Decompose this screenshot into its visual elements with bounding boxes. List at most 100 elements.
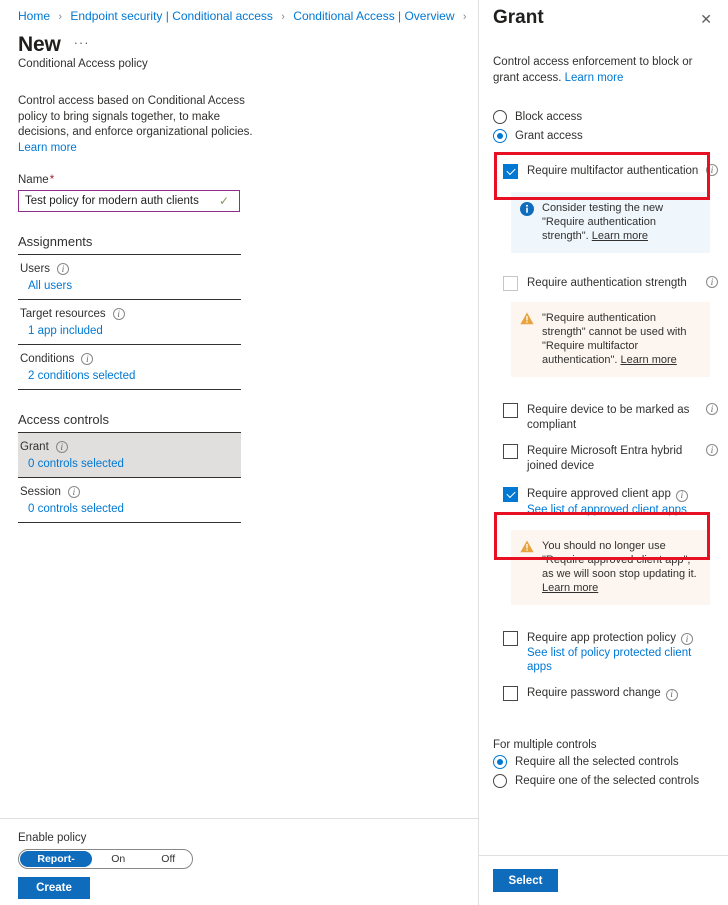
breadcrumb: Home › Endpoint security | Conditional a… (0, 0, 478, 25)
warning-approved-app-learn-more-link[interactable]: Learn more (542, 582, 598, 594)
control-option-require-compliant-device[interactable]: Require device to be marked as compliant… (479, 402, 728, 432)
info-icon[interactable]: i (112, 308, 125, 320)
grant-blade-scroll-area: Grant ✕ Control access enforcement to bl… (479, 0, 728, 855)
access-mode-option-grant-access[interactable]: Grant access (479, 129, 728, 143)
info-icon[interactable]: i (67, 486, 80, 498)
control-option-require-password-change-body: Require password change i (527, 685, 718, 701)
control-option-require-auth-strength-label: Require authentication strength (527, 277, 687, 289)
control-option-require-compliant-device-label: Require device to be marked as compliant (527, 404, 690, 431)
multiple-controls-option-require-one[interactable]: Require one of the selected controls (479, 774, 728, 788)
assignment-row-conditions-title: Conditions i (18, 353, 241, 365)
grant-blade-description: Control access enforcement to block or g… (479, 31, 728, 86)
checkbox-unchecked-icon[interactable] (503, 403, 518, 418)
access-control-row-grant[interactable]: Grant i 0 controls selected (18, 433, 241, 478)
section-heading-assignments: Assignments (18, 234, 241, 255)
checkbox-unchecked-icon[interactable] (503, 276, 518, 291)
name-input-wrapper[interactable]: ✓ (18, 190, 240, 212)
info-icon[interactable]: i (706, 276, 718, 288)
access-control-session-value[interactable]: 0 controls selected (18, 503, 241, 515)
warning-icon (520, 540, 534, 556)
access-control-session-label: Session (20, 486, 61, 498)
name-field-label: Name* (0, 156, 478, 186)
access-control-row-session[interactable]: Session i 0 controls selected (18, 478, 241, 523)
enable-policy-option-off[interactable]: Off (144, 851, 192, 867)
approved-client-apps-link[interactable]: See list of approved client apps (527, 503, 718, 517)
grant-blade-header: Grant ✕ (479, 0, 728, 31)
close-icon[interactable]: ✕ (698, 7, 714, 31)
policy-description-learn-more-link[interactable]: Learn more (18, 142, 77, 154)
assignment-row-target-resources[interactable]: Target resources i 1 app included (18, 300, 241, 345)
radio-unselected-icon (493, 774, 507, 788)
grant-description-learn-more-link[interactable]: Learn more (565, 72, 624, 84)
control-option-require-password-change[interactable]: Require password change i (479, 685, 728, 701)
info-icon[interactable]: i (706, 164, 718, 176)
policy-description-text: Control access based on Conditional Acce… (18, 95, 253, 138)
assignment-conditions-value[interactable]: 2 conditions selected (18, 370, 241, 382)
more-options-icon[interactable]: ··· (74, 35, 90, 50)
warning-auth-strength-learn-more-link[interactable]: Learn more (621, 354, 677, 366)
assignment-users-value[interactable]: All users (18, 280, 241, 292)
info-icon[interactable]: i (706, 444, 718, 456)
breadcrumb-item-endpoint-security[interactable]: Endpoint security | Conditional access (70, 9, 273, 23)
access-mode-option-block-access[interactable]: Block access (479, 110, 728, 124)
enable-policy-option-report-only[interactable]: Report-only (20, 851, 93, 867)
radio-unselected-icon (493, 110, 507, 124)
info-message-text-wrap: Consider testing the new "Require authen… (542, 201, 700, 243)
checkbox-unchecked-icon[interactable] (503, 630, 518, 646)
create-button[interactable]: Create (18, 877, 90, 899)
info-icon[interactable]: i (57, 263, 70, 275)
breadcrumb-item-conditional-access-overview[interactable]: Conditional Access | Overview (293, 9, 454, 23)
control-option-require-approved-client-app-body: Require approved client app i See list of… (527, 486, 718, 517)
info-icon[interactable]: i (675, 489, 688, 502)
breadcrumb-item-home[interactable]: Home (18, 9, 50, 23)
control-option-require-approved-client-app[interactable]: Require approved client app i See list of… (479, 486, 728, 517)
warning-auth-strength-text-wrap: "Require authentication strength" cannot… (542, 311, 700, 367)
multiple-controls-option-require-all[interactable]: Require all the selected controls (479, 755, 728, 769)
warning-approved-app-text-wrap: You should no longer use "Require approv… (542, 539, 700, 595)
warning-message-approved-client-app: You should no longer use "Require approv… (511, 529, 710, 605)
radio-selected-icon (493, 755, 507, 769)
control-option-require-hybrid-joined-device[interactable]: Require Microsoft Entra hybrid joined de… (479, 443, 728, 473)
info-icon[interactable]: i (81, 353, 94, 365)
required-asterisk: * (49, 174, 55, 186)
control-option-require-mfa-body: Require multifactor authentication (527, 163, 701, 178)
warning-icon (520, 312, 534, 328)
control-option-require-mfa[interactable]: Require multifactor authentication i (479, 157, 728, 179)
assignment-row-conditions[interactable]: Conditions i 2 conditions selected (18, 345, 241, 390)
breadcrumb-separator-icon: › (462, 11, 467, 23)
assignment-row-users[interactable]: Users i All users (18, 255, 241, 300)
access-control-row-grant-title: Grant i (18, 441, 241, 453)
multiple-controls-require-one-label: Require one of the selected controls (515, 775, 700, 787)
info-message-learn-more-link[interactable]: Learn more (592, 230, 648, 242)
new-policy-pane: Home › Endpoint security | Conditional a… (0, 0, 479, 905)
grant-blade-footer: Select (479, 855, 728, 905)
select-button[interactable]: Select (493, 869, 558, 892)
assignment-row-target-resources-title: Target resources i (18, 308, 241, 320)
checkbox-checked-icon[interactable] (503, 487, 518, 502)
control-option-require-auth-strength[interactable]: Require authentication strength i (479, 275, 728, 291)
control-option-require-app-protection-policy[interactable]: Require app protection policy i See list … (479, 630, 728, 675)
validation-check-icon: ✓ (219, 194, 230, 208)
access-control-grant-value[interactable]: 0 controls selected (18, 458, 241, 470)
checkbox-unchecked-icon[interactable] (503, 444, 518, 459)
assignment-users-label: Users (20, 263, 51, 275)
multiple-controls-require-all-label: Require all the selected controls (515, 756, 679, 768)
breadcrumb-separator-icon: › (58, 11, 63, 23)
policy-description: Control access based on Conditional Acce… (0, 70, 268, 156)
enable-policy-option-on[interactable]: On (92, 851, 144, 867)
info-icon[interactable]: i (706, 403, 718, 415)
enable-policy-toggle-group[interactable]: Report-only On Off (18, 849, 193, 869)
radio-selected-icon (493, 129, 507, 143)
policy-protected-client-apps-link[interactable]: See list of policy protected client apps (527, 646, 718, 674)
name-input[interactable] (19, 192, 219, 210)
assignment-target-resources-value[interactable]: 1 app included (18, 325, 241, 337)
checkbox-checked-icon[interactable] (503, 164, 518, 179)
checkbox-unchecked-icon[interactable] (503, 686, 518, 701)
warning-message-auth-strength-conflict: "Require authentication strength" cannot… (511, 302, 710, 377)
info-icon[interactable]: i (680, 633, 693, 645)
multiple-controls-label: For multiple controls (493, 739, 597, 751)
page-title-row: New ··· (0, 25, 478, 57)
info-icon[interactable]: i (55, 441, 68, 453)
control-option-require-password-change-label: Require password change (527, 687, 661, 699)
info-icon[interactable]: i (665, 688, 678, 701)
